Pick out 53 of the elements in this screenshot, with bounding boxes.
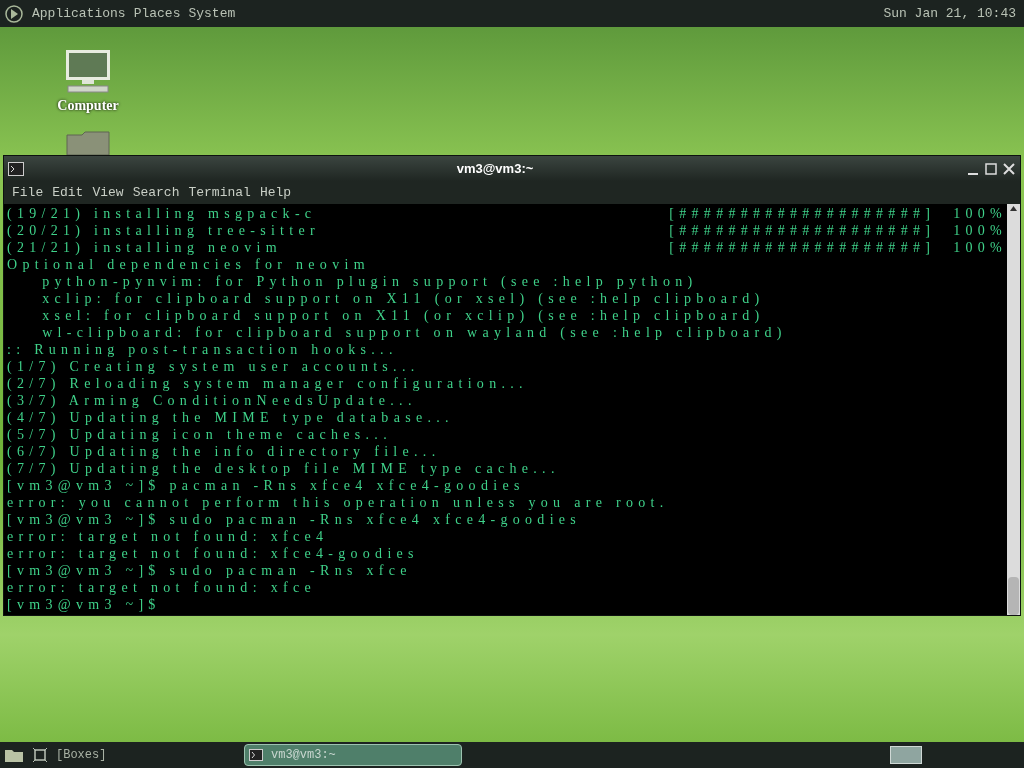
menu-item[interactable]: Terminal [188,182,251,203]
progress-percent: 100% [953,239,1007,256]
menu-item[interactable]: View [92,182,124,203]
terminal-line: xsel: for clipboard support on X11 (or xclip) (see :help clipboard) [41,307,765,324]
panel-menu[interactable]: Applications [32,3,126,24]
computer-icon[interactable] [64,49,112,95]
menu-item[interactable]: Search [132,182,180,203]
terminal-line: (1/7) Creating system user accounts... [7,358,420,375]
panel-menu[interactable]: System [188,3,236,24]
terminal-line: [vm3@vm3 ~]$ [7,596,161,613]
maximize-icon[interactable] [984,161,998,176]
terminal-icon [8,161,24,176]
terminal-line: [vm3@vm3 ~]$ sudo pacman -Rns xfce [7,562,412,579]
terminal-line: (20/21) installing tree-sitter [7,222,321,239]
terminal-icon [249,749,263,761]
panel-menu[interactable]: Places [133,3,181,24]
terminal-line: error: target not found: xfce4 [7,528,329,545]
terminal-line: (2/7) Reloading system manager configuration... [7,375,528,392]
scrollbar[interactable] [1007,204,1020,615]
terminal-line: [vm3@vm3 ~]$ sudo pacman -Rns xfce4 xfce4-goodies [7,511,582,528]
folder-icon[interactable] [4,747,24,763]
menu-item[interactable]: Help [259,182,292,203]
logo-icon[interactable] [4,3,24,24]
terminal-line: xclip: for clipboard support on X11 (or xsel) (see :help clipboard) [41,290,765,307]
progress-bar-text: [####################] [669,239,937,256]
terminal-line: (6/7) Updating the info directory file... [7,443,441,460]
progress-percent: 100% [953,205,1007,222]
window-title: vm3@vm3:~ [455,159,535,178]
progress-bar-text: [####################] [669,222,937,239]
terminal-line: error: target not found: xfce [7,579,316,596]
terminal-line: (21/21) installing neovim [7,239,283,256]
terminal-line: (19/21) installing msgpack-c [7,205,318,222]
terminal-line: error: target not found: xfce4-goodies [7,545,419,562]
terminal-line: (4/7) Updating the MIME type database... [7,409,454,426]
workspace-label: [Boxes] [56,747,108,764]
terminal-line: wl-clipboard: for clipboard support on wayland (see :help clipboard) [41,324,787,341]
progress-percent: 100% [953,222,1007,239]
terminal-line: (3/7) Arming ConditionNeedsUpdate... [7,392,417,409]
menu-item[interactable]: File [12,182,44,203]
scrollbar-thumb[interactable] [1008,577,1019,615]
terminal-line: error: you cannot perform this operation unless you are root. [7,494,669,511]
menu-item[interactable]: Edit [52,182,84,203]
terminal-line: [vm3@vm3 ~]$ pacman -Rns xfce4 xfce4-goodies [7,477,525,494]
workspace-icon[interactable] [32,747,48,763]
terminal-line: (7/7) Updating the desktop file MIME type cache... [7,460,560,477]
terminal-line: Optional dependencies for neovim [7,256,370,273]
terminal-line: python-pynvim: for Python plugin support (see :help python) [41,273,698,290]
terminal-line: :: Running post-transaction hooks... [7,341,398,358]
clock: Sun Jan 21, 10:43 [883,4,1016,23]
terminal-line: (5/7) Updating icon theme caches... [7,426,392,443]
workspace-switcher[interactable] [890,746,922,764]
progress-bar-text: [####################] [669,205,937,222]
close-icon[interactable] [1002,161,1016,176]
